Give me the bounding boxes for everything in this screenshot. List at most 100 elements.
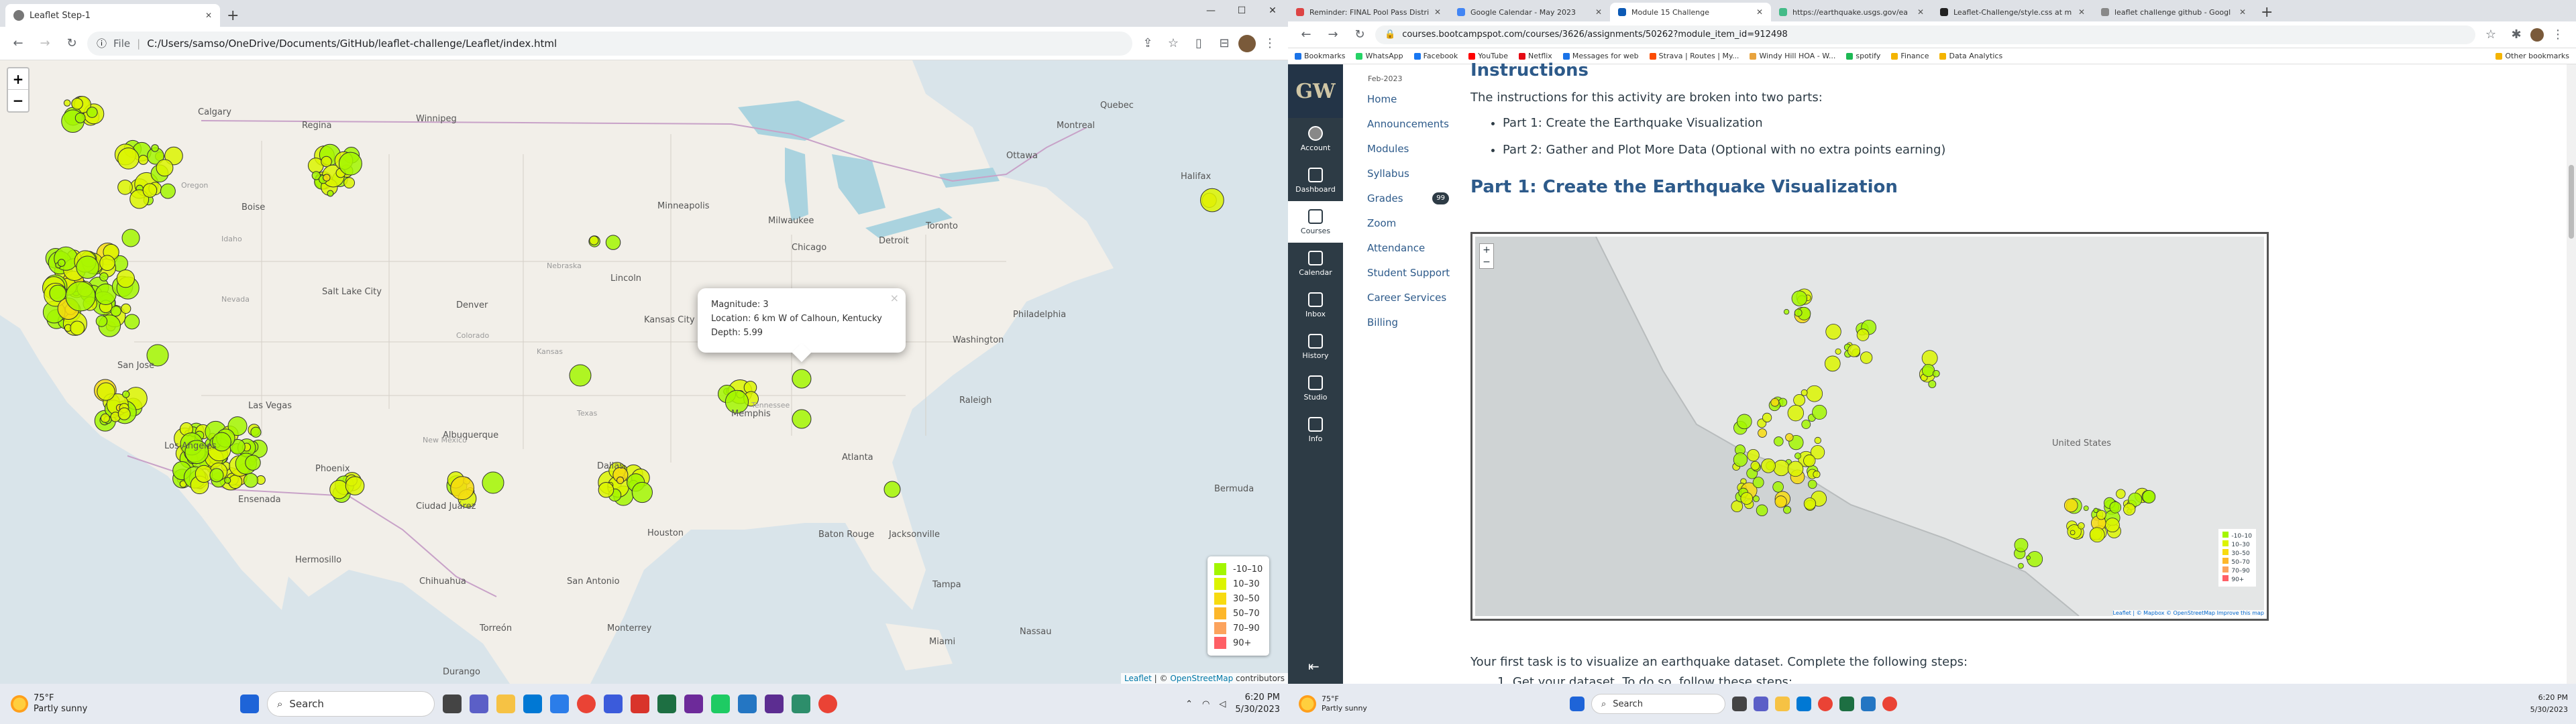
file-explorer-icon[interactable] <box>496 695 515 713</box>
course-link-home[interactable]: Home <box>1343 87 1457 112</box>
earthquake-marker[interactable] <box>121 303 131 314</box>
earthquake-marker[interactable] <box>1200 188 1224 213</box>
zoom-out-button[interactable]: − <box>8 90 28 111</box>
browser-tab[interactable]: leaflet challenge github - Googl ✕ <box>2093 3 2254 21</box>
earthquake-marker[interactable] <box>142 183 158 198</box>
taskbar-search-right[interactable]: ⌕ Search <box>1591 694 1725 714</box>
browser-tab[interactable]: Module 15 Challenge ✕ <box>1610 3 1771 21</box>
teams-icon[interactable] <box>470 695 488 713</box>
earthquake-marker[interactable] <box>228 475 243 489</box>
earthquake-marker[interactable] <box>121 229 140 247</box>
earthquake-marker[interactable] <box>110 306 121 317</box>
earthquake-marker[interactable] <box>117 147 140 170</box>
address-bar-right[interactable]: 🔒 courses.bootcampspot.com/courses/3626/… <box>1375 25 2475 44</box>
windows-start-icon[interactable] <box>240 695 259 713</box>
back-icon[interactable]: ← <box>7 32 30 55</box>
info-icon[interactable]: ⓘ <box>97 36 107 50</box>
collapse-nav-icon[interactable]: ⇤ <box>1308 658 1320 674</box>
bookmark-item[interactable]: YouTube <box>1468 52 1508 60</box>
earthquake-marker[interactable] <box>76 255 99 279</box>
close-icon[interactable]: ✕ <box>1595 7 1602 17</box>
zoom-in-button[interactable]: + <box>8 68 28 90</box>
osm-link[interactable]: OpenStreetMap <box>1170 674 1233 683</box>
earthquake-marker[interactable] <box>792 369 812 389</box>
forward-icon[interactable]: → <box>34 32 56 55</box>
bookmark-item[interactable]: spotify <box>1846 52 1880 60</box>
earthquake-marker[interactable] <box>49 284 66 302</box>
course-link-zoom[interactable]: Zoom <box>1343 211 1457 236</box>
excel-icon[interactable] <box>1839 697 1854 711</box>
bookmark-item[interactable]: Finance <box>1891 52 1929 60</box>
excel-icon[interactable] <box>657 695 676 713</box>
menu-icon[interactable]: ⋮ <box>2546 23 2569 46</box>
earthquake-marker[interactable] <box>450 476 474 501</box>
page-scrollbar[interactable] <box>2567 64 2576 684</box>
earthquake-marker[interactable] <box>63 99 71 107</box>
scroll-thumb[interactable] <box>2569 165 2574 239</box>
bookmark-item[interactable]: WhatsApp <box>1356 52 1403 60</box>
course-link-announcements[interactable]: Announcements <box>1343 112 1457 137</box>
earthquake-marker[interactable] <box>71 97 83 110</box>
earthquake-marker[interactable] <box>343 177 356 189</box>
earthquake-marker[interactable] <box>569 364 592 387</box>
earthquake-marker[interactable] <box>631 481 653 503</box>
visual-studio-icon[interactable] <box>765 695 784 713</box>
earthquake-marker[interactable] <box>616 476 625 485</box>
bookmark-item[interactable]: Bookmarks <box>1295 52 1345 60</box>
chrome-icon[interactable] <box>1818 697 1833 711</box>
reload-icon[interactable]: ↻ <box>1348 23 1371 46</box>
earthquake-marker[interactable] <box>329 480 349 499</box>
global-nav-studio[interactable]: Studio <box>1288 367 1343 409</box>
tab-leaflet-step1[interactable]: Leaflet Step-1 ✕ <box>5 4 220 27</box>
browser-tab[interactable]: https://earthquake.usgs.gov/ea ✕ <box>1771 3 1932 21</box>
leaflet-link[interactable]: Leaflet <box>1124 674 1152 683</box>
earthquake-marker[interactable] <box>224 477 231 484</box>
back-icon[interactable]: ← <box>1295 23 1318 46</box>
bookmark-item[interactable]: Strava | Routes | My... <box>1649 52 1739 60</box>
volume-icon[interactable]: ◁ <box>1219 699 1226 709</box>
earthquake-marker[interactable] <box>57 259 66 267</box>
task-view-icon[interactable] <box>443 695 462 713</box>
app2-icon[interactable] <box>792 695 810 713</box>
address-bar[interactable]: ⓘ File | C:/Users/samso/OneDrive/Documen… <box>87 31 1132 56</box>
bookmark-item[interactable]: Other bookmarks <box>2496 52 2569 60</box>
earthquake-marker[interactable] <box>99 272 109 282</box>
close-icon[interactable]: ✕ <box>2239 7 2246 17</box>
close-icon[interactable]: ✕ <box>1917 7 1924 17</box>
earthquake-marker[interactable] <box>95 315 108 327</box>
bookmark-item[interactable]: Messages for web <box>1562 52 1639 60</box>
earthquake-marker[interactable] <box>323 174 331 182</box>
forward-icon[interactable]: → <box>1322 23 1344 46</box>
earthquake-marker[interactable] <box>338 152 362 176</box>
earthquake-marker[interactable] <box>65 281 96 312</box>
bookmark-item[interactable]: Data Analytics <box>1939 52 2002 60</box>
course-link-grades[interactable]: Grades 99 <box>1343 186 1457 211</box>
maximize-icon[interactable]: ☐ <box>1226 0 1257 21</box>
global-nav-info[interactable]: Info <box>1288 409 1343 450</box>
earthquake-marker[interactable] <box>243 473 258 488</box>
earthquake-marker[interactable] <box>74 113 86 123</box>
close-window-icon[interactable]: ✕ <box>1257 0 1288 21</box>
close-icon[interactable]: ✕ <box>205 11 212 20</box>
bookmark-item[interactable]: Netflix <box>1519 52 1552 60</box>
extensions-icon[interactable]: ✱ <box>2505 23 2528 46</box>
global-nav-dashboard[interactable]: Dashboard <box>1288 160 1343 201</box>
star-icon[interactable]: ☆ <box>1162 32 1185 55</box>
earthquake-marker[interactable] <box>116 269 136 288</box>
windows-start-icon[interactable] <box>1570 697 1585 711</box>
earthquake-marker[interactable] <box>122 390 130 398</box>
app-icon[interactable] <box>550 695 569 713</box>
split-icon[interactable]: ⊟ <box>1213 32 1236 55</box>
taskbar-search[interactable]: ⌕ Search <box>267 691 435 717</box>
course-link-student-support[interactable]: Student Support <box>1343 261 1457 286</box>
course-link-modules[interactable]: Modules <box>1343 137 1457 162</box>
wifi-icon[interactable]: ◠ <box>1202 699 1210 709</box>
browser-tab[interactable]: Google Calendar - May 2023 ✕ <box>1449 3 1610 21</box>
weather-widget[interactable]: 75°F Partly sunny <box>0 693 221 715</box>
earthquake-marker[interactable] <box>138 155 148 165</box>
chrome-icon[interactable] <box>577 695 596 713</box>
new-tab-button-right[interactable]: + <box>2254 3 2279 21</box>
earthquake-marker[interactable] <box>100 413 110 423</box>
chrome2-icon[interactable] <box>818 695 837 713</box>
course-link-syllabus[interactable]: Syllabus <box>1343 162 1457 186</box>
